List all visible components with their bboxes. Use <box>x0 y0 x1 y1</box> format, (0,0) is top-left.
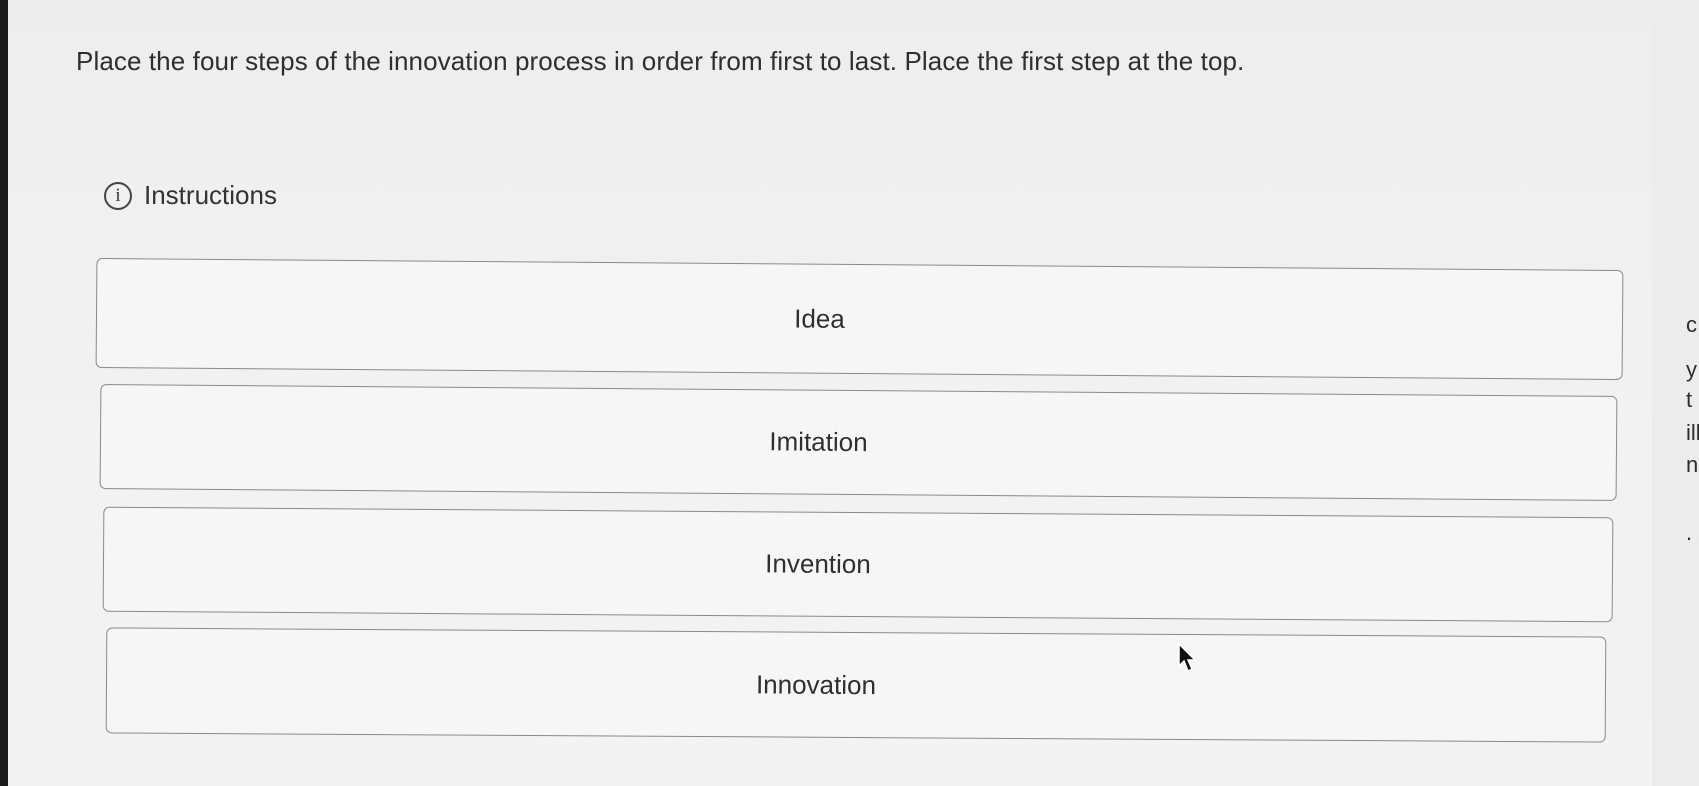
mouse-pointer-icon <box>1178 643 1197 673</box>
question-panel: Place the four steps of the innovation p… <box>8 0 1652 786</box>
edge-text-fragment: t <box>1686 387 1693 412</box>
edge-text-fragment: c <box>1686 312 1697 337</box>
page: Place the four steps of the innovation p… <box>0 0 1699 786</box>
sortable-item-imitation[interactable]: Imitation <box>99 384 1618 501</box>
instructions-label: Instructions <box>144 180 277 210</box>
sortable-item-innovation[interactable]: Innovation <box>105 627 1607 743</box>
info-icon: i <box>104 181 132 210</box>
edge-text-fragment: y <box>1686 357 1697 382</box>
edge-text-fragment: . s <box>1686 520 1699 545</box>
sortable-item-label: Innovation <box>755 668 877 700</box>
instructions-toggle[interactable]: i Instructions <box>104 180 277 211</box>
sortable-item-label: Imitation <box>769 426 868 458</box>
sortable-item-idea[interactable]: Idea <box>95 258 1624 380</box>
edge-text-fragment: ill <box>1686 420 1699 445</box>
sortable-item-label: Idea <box>794 302 845 334</box>
adjacent-panel-edge: c y t ill ng . s <box>1652 0 1699 786</box>
edge-text-fragment: ng <box>1686 452 1699 477</box>
sortable-item-label: Invention <box>765 548 871 580</box>
question-prompt: Place the four steps of the innovation p… <box>76 46 1245 76</box>
sortable-item-invention[interactable]: Invention <box>102 506 1614 623</box>
